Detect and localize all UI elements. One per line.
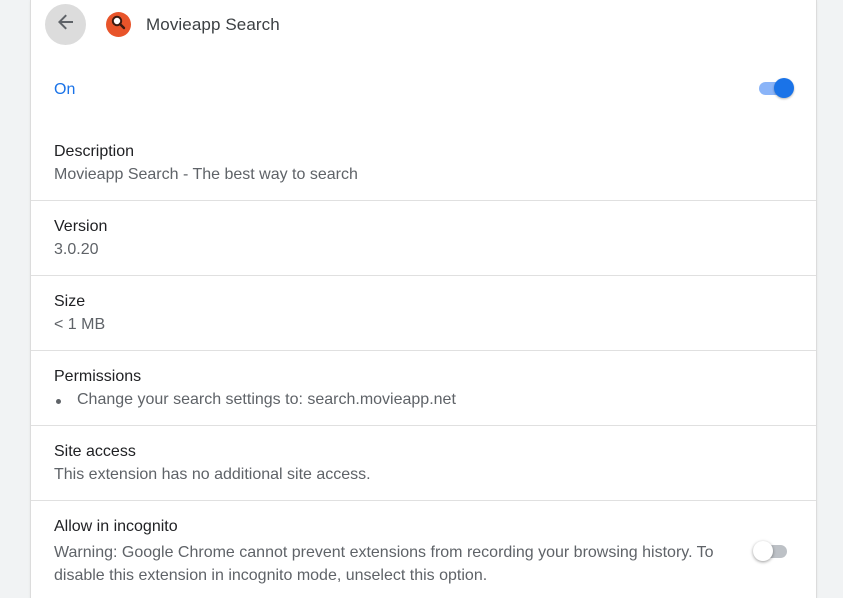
incognito-label: Allow in incognito (54, 518, 178, 535)
header: Movieapp Search (31, 0, 816, 50)
site-access-value: This extension has no additional site ac… (54, 466, 371, 483)
magnifier-icon (111, 15, 126, 35)
arrow-left-icon (57, 13, 75, 36)
description-section: Description Movieapp Search - The best w… (31, 126, 816, 201)
incognito-warning: Warning: Google Chrome cannot prevent ex… (54, 544, 714, 584)
site-access-section: Site access This extension has no additi… (31, 426, 816, 501)
incognito-section: Allow in incognito Warning: Google Chrom… (31, 501, 816, 598)
extension-title: Movieapp Search (146, 15, 280, 34)
extension-details-page: Movieapp Search On Description Movieapp … (0, 0, 843, 598)
permissions-label: Permissions (54, 368, 142, 385)
enable-row: On (31, 50, 816, 126)
version-section: Version 3.0.20 (31, 201, 816, 276)
incognito-toggle[interactable] (753, 541, 789, 561)
site-access-label: Site access (54, 443, 136, 460)
extension-logo (106, 12, 131, 37)
enable-state-label: On (54, 81, 76, 98)
toggle-knob (753, 541, 773, 561)
toggle-knob (774, 78, 794, 98)
description-value: Movieapp Search - The best way to search (54, 166, 358, 183)
enable-toggle[interactable] (757, 78, 794, 98)
description-label: Description (54, 143, 135, 160)
version-label: Version (54, 218, 108, 235)
permissions-section: Permissions Change your search settings … (31, 351, 816, 426)
size-section: Size < 1 MB (31, 276, 816, 351)
extension-details-card: Movieapp Search On Description Movieapp … (31, 0, 816, 598)
permissions-list: Change your search settings to: search.m… (54, 391, 456, 409)
size-value: < 1 MB (54, 316, 106, 333)
back-button[interactable] (45, 4, 86, 45)
permission-item: Change your search settings to: search.m… (54, 391, 456, 409)
version-value: 3.0.20 (54, 241, 99, 258)
size-label: Size (54, 293, 86, 310)
